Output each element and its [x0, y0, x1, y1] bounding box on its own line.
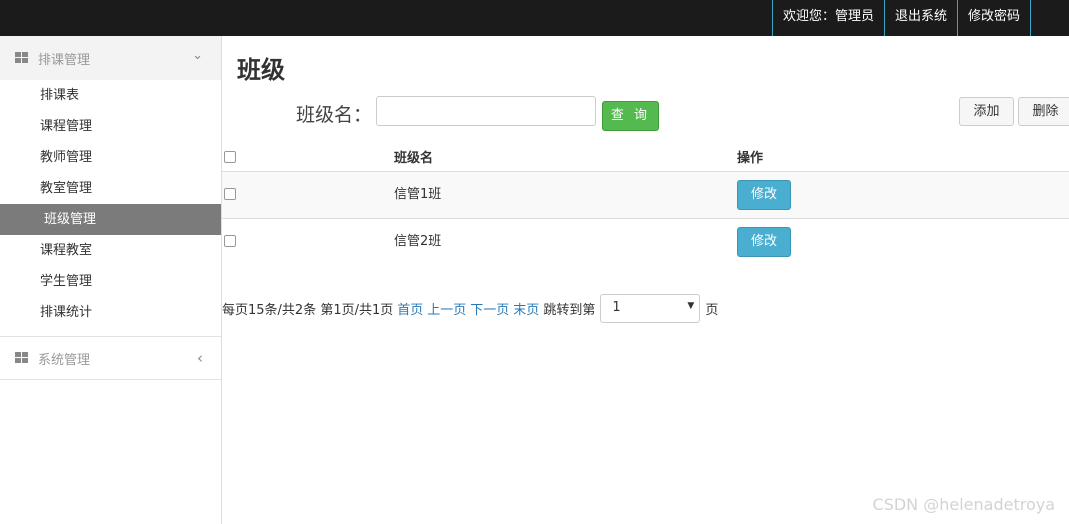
last-page-link[interactable]: 末页 [513, 299, 539, 318]
class-table: 班级名 操作 信管1班 修改 信管2班 修改 [222, 136, 1069, 266]
top-links: 欢迎您：管理员 退出系统 修改密码 [771, 0, 1031, 36]
page-select-value: 1 [612, 299, 621, 315]
sidebar-item-schedule-statistics[interactable]: 排课统计 [0, 297, 221, 328]
welcome-admin-link[interactable]: 欢迎您：管理员 [771, 0, 884, 36]
page-suffix-label: 页 [705, 302, 719, 318]
select-all-checkbox[interactable] [224, 151, 236, 163]
sidebar-item-schedule-table[interactable]: 排课表 [0, 80, 221, 111]
prev-page-link[interactable]: 上一页 [427, 299, 466, 318]
watermark: CSDN @helenadetroya [872, 495, 1055, 514]
pagination: 每页15条/共2条 第1页/共1页 首页 上一页 下一页 末页 跳转到第 1 ▼… [222, 293, 718, 323]
dropdown-arrow-icon: ▼ [687, 300, 695, 311]
delete-button[interactable]: 删除 [1018, 97, 1069, 126]
edit-button[interactable]: 修改 [737, 180, 791, 210]
column-header-class-name: 班级名 [394, 151, 434, 166]
query-button[interactable]: 查 询 [602, 101, 659, 131]
sidebar-group-label: 系统管理 [38, 352, 91, 368]
sidebar-item-course-classroom[interactable]: 课程教室 [0, 235, 221, 266]
logout-link[interactable]: 退出系统 [883, 0, 957, 36]
first-page-link[interactable]: 首页 [397, 299, 423, 318]
class-name-cell: 信管2班 [394, 234, 442, 249]
column-header-operation: 操作 [737, 151, 764, 166]
add-button[interactable]: 添加 [959, 97, 1014, 126]
sidebar: 排课管理 ⌄ 排课表 课程管理 教师管理 教室管理 班级管理 课程教室 学生管理… [0, 36, 222, 524]
next-page-link[interactable]: 下一页 [470, 299, 509, 318]
sidebar-item-teacher-management[interactable]: 教师管理 [0, 142, 221, 173]
edit-button[interactable]: 修改 [737, 227, 791, 257]
row-checkbox[interactable] [224, 188, 236, 200]
sidebar-submenu: 排课表 课程管理 教师管理 教室管理 班级管理 课程教室 学生管理 排课统计 [0, 80, 221, 337]
sidebar-item-class-management[interactable]: 班级管理 [0, 204, 221, 235]
chevron-down-icon: ⌄ [192, 48, 203, 63]
change-password-link[interactable]: 修改密码 [956, 0, 1031, 36]
class-name-label: 班级名： [296, 104, 373, 126]
class-name-search-input[interactable] [376, 96, 596, 126]
sidebar-item-course-management[interactable]: 课程管理 [0, 111, 221, 142]
sidebar-item-classroom-management[interactable]: 教室管理 [0, 173, 221, 204]
grid-icon [15, 52, 28, 64]
pagination-info: 每页15条/共2条 第1页/共1页 [222, 302, 394, 318]
sidebar-group-scheduling[interactable]: 排课管理 ⌄ [0, 36, 221, 80]
jump-to-label: 跳转到第 [543, 302, 596, 318]
main-content: 班级 班级名： 查 询 添加 删除 班级名 操作 信管1班 修改 信管2班 修改… [222, 36, 1069, 524]
table-row: 信管1班 修改 [222, 172, 1069, 219]
row-checkbox[interactable] [224, 235, 236, 247]
table-row: 信管2班 修改 [222, 219, 1069, 266]
sidebar-item-student-management[interactable]: 学生管理 [0, 266, 221, 297]
sidebar-group-system[interactable]: 系统管理 ‹ [0, 337, 221, 380]
class-name-cell: 信管1班 [394, 187, 442, 202]
page-number-select[interactable]: 1 ▼ [600, 293, 701, 323]
top-navbar: 欢迎您：管理员 退出系统 修改密码 [0, 0, 1069, 36]
grid-icon [15, 352, 28, 364]
sidebar-group-label: 排课管理 [38, 52, 91, 68]
table-header-row: 班级名 操作 [222, 136, 1069, 172]
page-title: 班级 [237, 56, 285, 84]
chevron-left-icon: ‹ [197, 349, 203, 367]
